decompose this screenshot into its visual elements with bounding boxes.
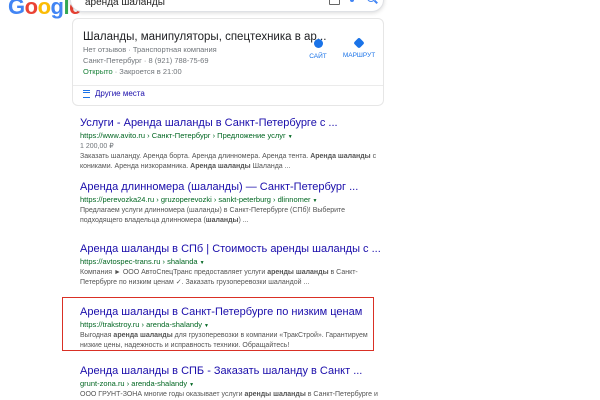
caret-down-icon[interactable]: ▼ [313,198,318,204]
result-url: grunt-zona.ru › arenda-shalandy ▼ [80,379,195,388]
microphone-icon[interactable] [350,0,354,2]
result-snippet: ООО ГРУНТ-ЗОНА многие годы оказывает усл… [80,391,378,398]
business-hours: Открыто · Закроется в 21:00 [83,67,182,76]
result-title-link[interactable]: Аренда шаланды в СПб | Стоимость аренды … [80,243,381,255]
route-label: МАРШРУТ [342,52,376,59]
keyboard-icon[interactable] [329,0,340,5]
website-label: САЙТ [309,53,327,60]
search-result-highlighted: Аренда шаланды в Санкт-Петербурге по низ… [80,306,380,350]
closing-time: · Закроется в 21:00 [112,67,182,76]
search-input[interactable]: аренда шаланды [85,0,165,8]
open-status: Открыто [83,67,113,76]
more-places-link[interactable]: Другие места [83,89,145,98]
result-title-link[interactable]: Аренда длинномера (шаланды) — Санкт-Пете… [80,181,380,193]
more-places-label: Другие места [95,89,145,98]
result-title-link[interactable]: Аренда шаланды в Санкт-Петербурге по низ… [80,306,380,318]
website-button[interactable]: САЙТ [298,39,338,60]
result-title-link[interactable]: Аренда шаланды в СПБ - Заказать шаланду … [80,365,380,377]
result-snippet: Заказать шаланду. Аренда борта. Аренда д… [80,153,377,170]
search-result: Услуги - Аренда шаланды в Санкт-Петербур… [80,117,380,171]
result-url: https://perevozka24.ru › gruzoperevozki … [80,195,318,204]
result-snippet: Выгодная аренда шаланды для грузоперевоз… [80,332,368,349]
result-price: 1 200,00 ₽ [80,143,114,150]
caret-down-icon[interactable]: ▼ [204,323,209,329]
result-title-link[interactable]: Услуги - Аренда шаланды в Санкт-Петербур… [80,117,380,129]
result-snippet: Компания ► ООО АвтоСпецТранс предоставля… [80,269,358,286]
search-result: Аренда длинномера (шаланды) — Санкт-Пете… [80,181,380,225]
result-url: https://www.avito.ru › Санкт-Петербург ›… [80,131,293,140]
business-address-phone: Санкт-Петербург · 8 (921) 788-75-69 [83,56,209,65]
result-snippet: Предлагаем услуги длинномера (шаланды) в… [80,207,346,224]
globe-icon [313,39,323,48]
list-icon [83,89,90,98]
business-title[interactable]: Шаланды, манипуляторы, спецтехника в ар.… [83,31,326,43]
search-result: Аренда шаланды в СПб | Стоимость аренды … [80,243,381,287]
local-business-card: Шаланды, манипуляторы, спецтехника в ар.… [72,18,384,106]
search-icon[interactable] [367,0,375,2]
business-reviews-type: Нет отзывов · Транспортная компания [83,45,217,54]
card-divider [73,85,383,86]
search-box[interactable]: аренда шаланды [70,0,384,12]
route-button[interactable]: МАРШРУТ [339,37,379,59]
search-result: Аренда шаланды в СПБ - Заказать шаланду … [80,365,380,400]
result-url: https://trakstroy.ru › arenda-shalandy ▼ [80,320,209,329]
result-url: https://avtospec-trans.ru › shalanda ▼ [80,257,205,266]
caret-down-icon[interactable]: ▼ [200,260,205,266]
caret-down-icon[interactable]: ▼ [189,382,194,388]
caret-down-icon[interactable]: ▼ [288,134,293,140]
directions-icon [353,37,365,49]
